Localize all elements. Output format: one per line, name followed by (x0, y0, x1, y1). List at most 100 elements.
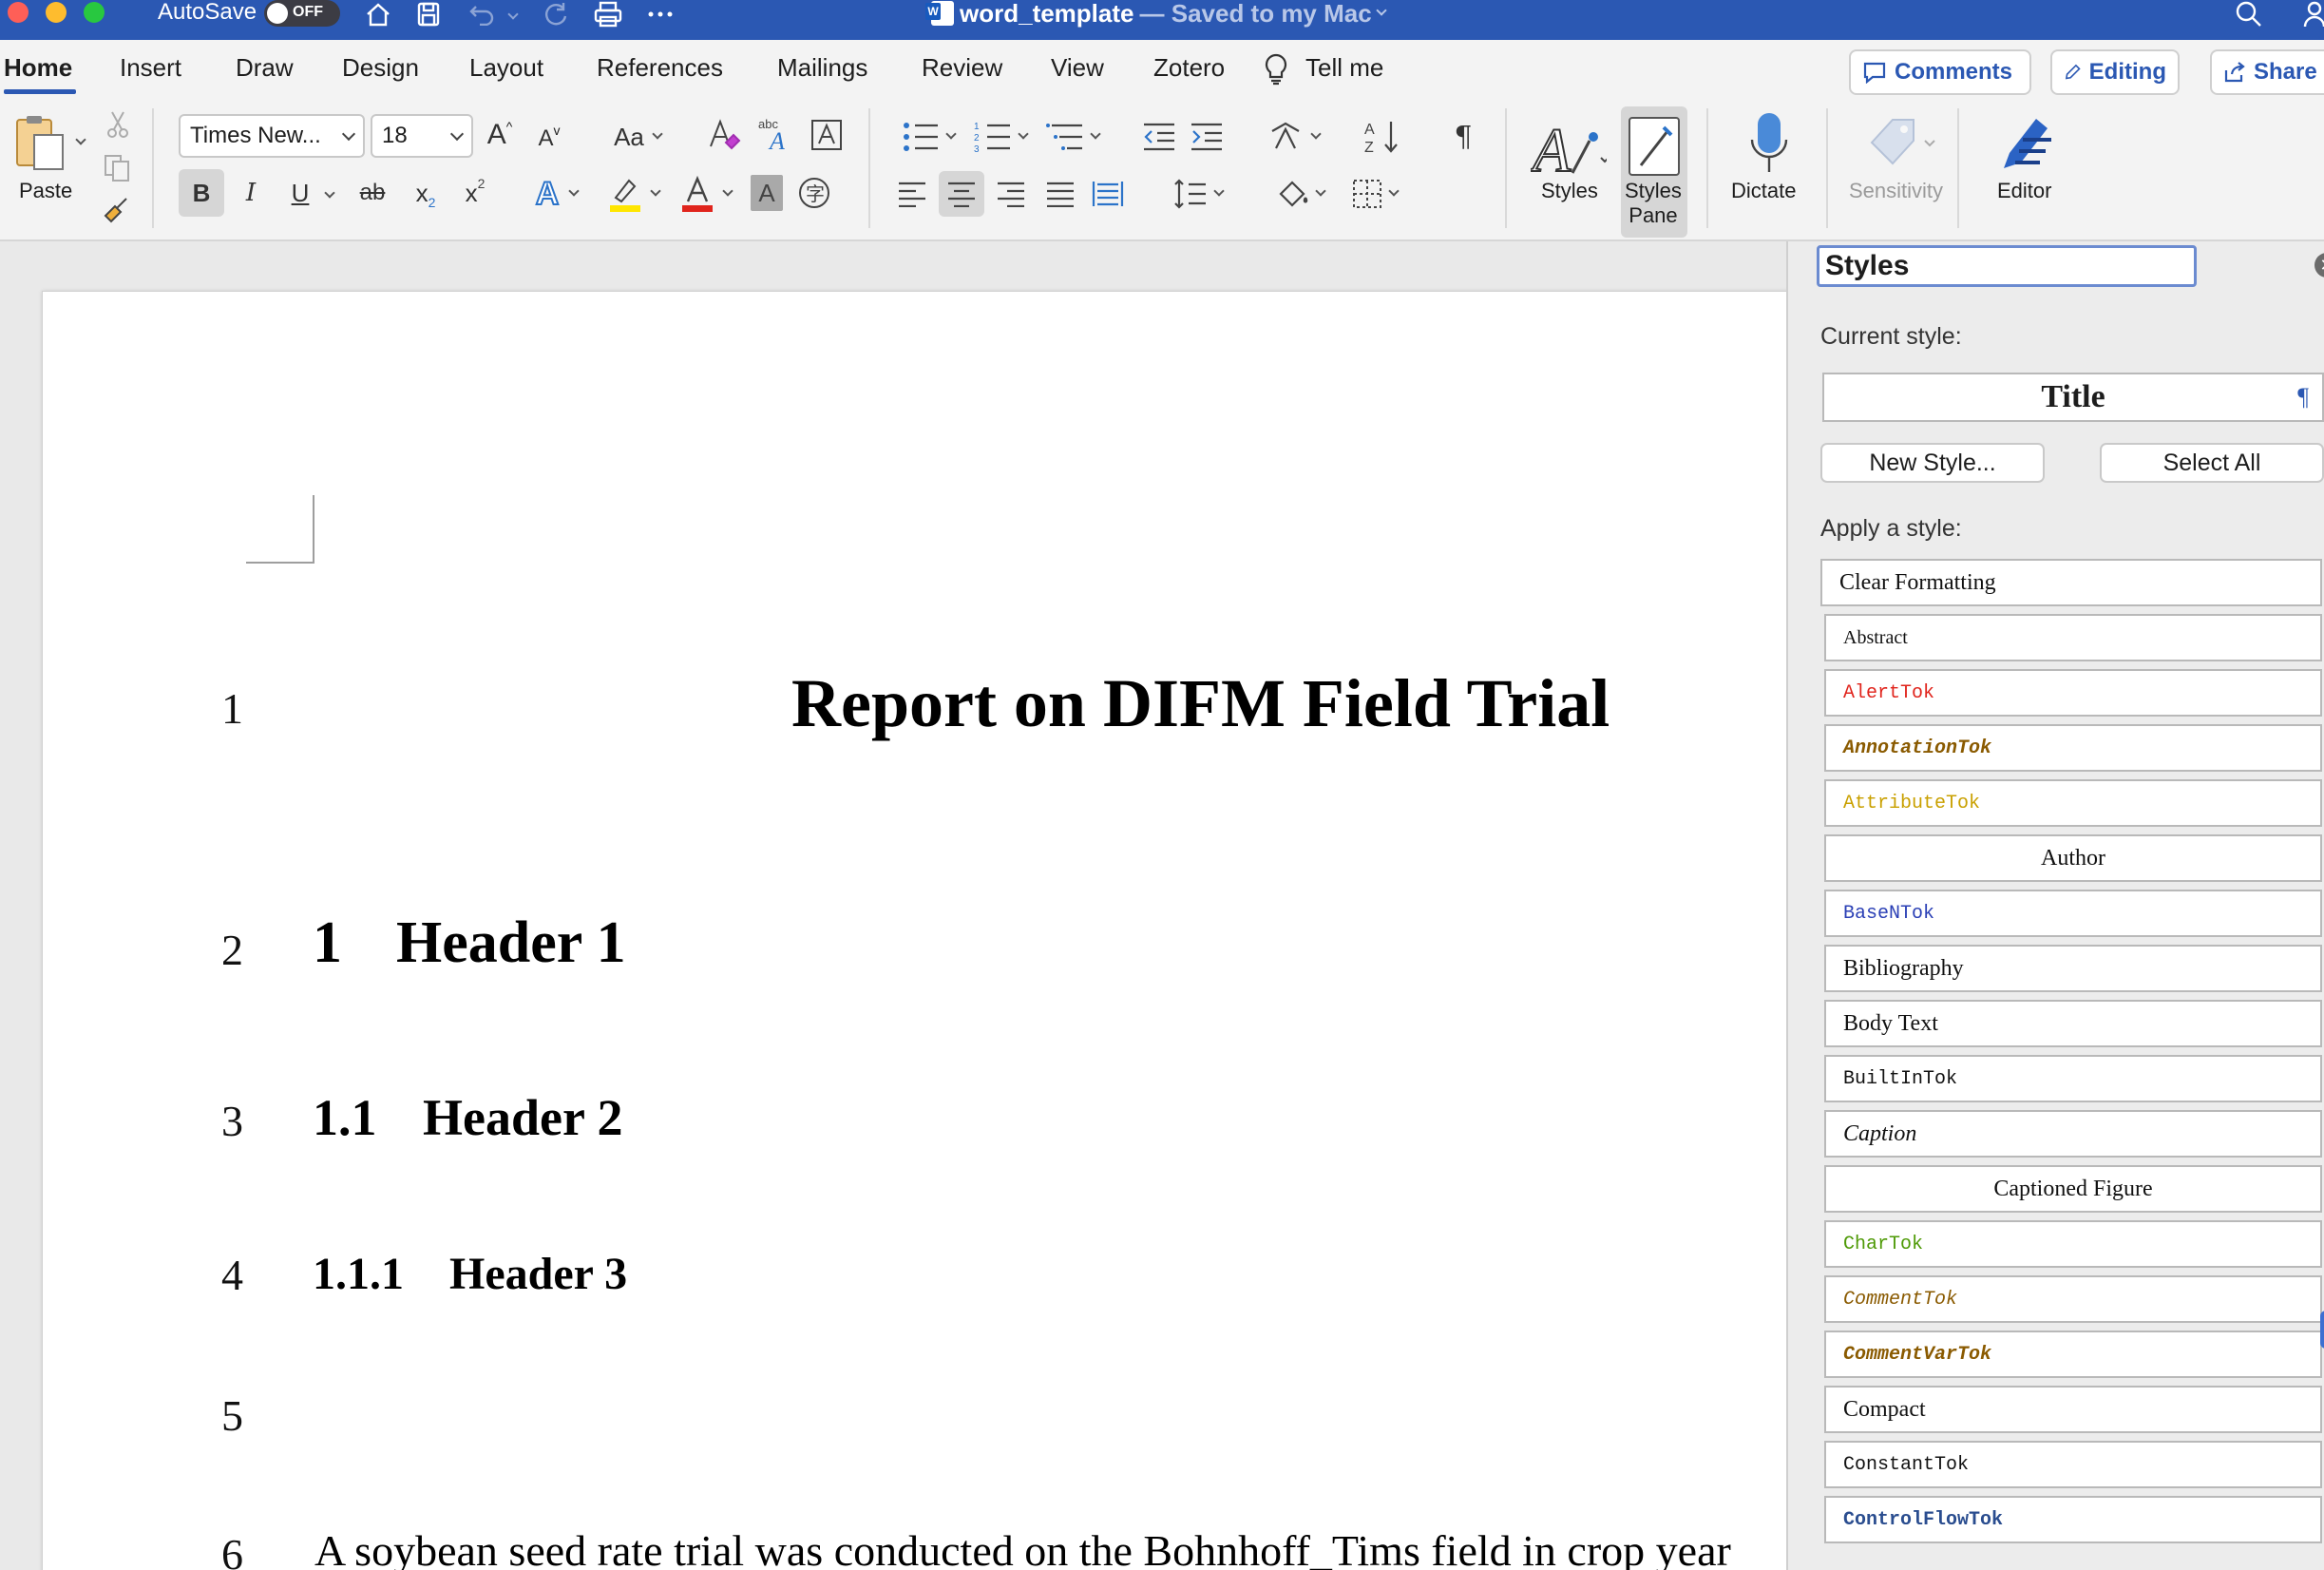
increase-indent-icon[interactable] (1188, 118, 1226, 156)
paste-icon[interactable] (13, 114, 67, 173)
editor-icon[interactable] (1991, 110, 2064, 179)
borders-button[interactable] (1342, 175, 1408, 213)
heading2-text[interactable]: Header 2 (423, 1088, 622, 1147)
style-item[interactable]: Author (1824, 834, 2322, 882)
decrease-indent-icon[interactable] (1140, 118, 1178, 156)
document-page[interactable]: 1 Report on DIFM Field Trial 2 1 Header … (42, 291, 1786, 1570)
character-shading-button[interactable]: A (751, 175, 783, 211)
style-item[interactable]: BuiltInTok (1824, 1055, 2322, 1102)
undo-icon[interactable] (466, 0, 498, 29)
style-item[interactable]: CommentTok (1824, 1275, 2322, 1323)
body-paragraph[interactable]: A soybean seed rate trial was conducted … (314, 1525, 1731, 1570)
styles-gallery-icon[interactable]: A (1530, 108, 1608, 186)
comments-button[interactable]: Comments (1849, 49, 2031, 95)
style-item[interactable]: AlertTok (1824, 669, 2322, 717)
align-left-icon[interactable] (893, 175, 931, 213)
strikethrough-button[interactable]: ab (352, 169, 393, 217)
align-right-icon[interactable] (992, 175, 1030, 213)
style-item[interactable]: Compact (1824, 1386, 2322, 1433)
tab-draw[interactable]: Draw (236, 53, 294, 83)
tab-tell-me[interactable]: Tell me (1305, 53, 1383, 83)
shading-button[interactable] (1267, 175, 1334, 213)
close-window-button[interactable] (8, 2, 29, 23)
font-name-select[interactable]: Times New... (179, 114, 365, 158)
minimize-window-button[interactable] (46, 2, 67, 23)
sensitivity-icon[interactable] (1864, 112, 1940, 175)
bullets-button[interactable] (893, 118, 963, 156)
shrink-font-button[interactable]: Av (532, 120, 566, 158)
numbering-button[interactable]: 123 (965, 118, 1036, 156)
title-dropdown-icon[interactable] (1376, 5, 1387, 16)
search-icon[interactable] (2233, 0, 2265, 29)
style-item[interactable]: Caption (1824, 1110, 2322, 1158)
multilevel-list-button[interactable] (1038, 118, 1108, 156)
copy-icon[interactable] (103, 154, 131, 182)
line-spacing-button[interactable] (1165, 175, 1231, 213)
clear-formatting-icon[interactable] (705, 116, 743, 154)
tab-review[interactable]: Review (922, 53, 1002, 83)
autosave-toggle[interactable]: OFF (264, 0, 340, 27)
text-effects-button[interactable]: A (528, 171, 585, 217)
current-style-box[interactable]: Title ¶ (1822, 373, 2324, 422)
style-item[interactable]: Clear Formatting (1820, 559, 2322, 606)
paste-dropdown-icon[interactable] (74, 133, 87, 146)
style-item[interactable]: AttributeTok (1824, 779, 2322, 827)
change-case-button[interactable]: Aa (604, 118, 671, 156)
show-formatting-marks-button[interactable]: ¶ (1444, 116, 1482, 158)
bold-button[interactable]: B (179, 169, 224, 217)
style-item[interactable]: Bibliography (1824, 945, 2322, 992)
redo-icon[interactable] (540, 0, 572, 29)
close-pane-icon[interactable]: ✕ (2314, 253, 2324, 278)
style-item[interactable]: BaseNTok (1824, 890, 2322, 937)
new-style-button[interactable]: New Style... (1820, 443, 2045, 483)
superscript-button[interactable]: x2 (456, 169, 494, 217)
underline-dropdown-icon[interactable] (323, 186, 336, 200)
tab-layout[interactable]: Layout (469, 53, 543, 83)
font-size-select[interactable]: 18 (371, 114, 473, 158)
undo-dropdown-icon[interactable] (505, 0, 521, 29)
style-item[interactable]: ConstantTok (1824, 1441, 2322, 1488)
style-item[interactable]: Body Text (1824, 1000, 2322, 1047)
document-title-text[interactable]: Report on DIFM Field Trial (791, 664, 1610, 743)
format-painter-icon[interactable] (101, 194, 133, 226)
align-center-icon[interactable] (939, 171, 984, 217)
tab-home[interactable]: Home (4, 53, 72, 83)
home-icon[interactable] (363, 0, 393, 29)
style-item[interactable]: AnnotationTok (1824, 724, 2322, 772)
zoom-window-button[interactable] (84, 2, 105, 23)
style-item[interactable]: Abstract (1824, 614, 2322, 661)
style-item[interactable]: CharTok (1824, 1220, 2322, 1268)
enclose-characters-icon[interactable]: 字 (796, 175, 832, 211)
justify-icon[interactable] (1041, 175, 1079, 213)
tab-view[interactable]: View (1051, 53, 1104, 83)
font-color-button[interactable] (676, 171, 735, 217)
underline-button[interactable]: U (283, 169, 317, 217)
tab-mailings[interactable]: Mailings (777, 53, 867, 83)
document-canvas[interactable]: 1 Report on DIFM Field Trial 2 1 Header … (0, 241, 1786, 1570)
share-button[interactable]: Share (2210, 49, 2324, 95)
tab-design[interactable]: Design (342, 53, 419, 83)
grow-font-button[interactable]: A ^ (483, 116, 517, 154)
highlight-color-button[interactable] (604, 171, 663, 217)
heading3-text[interactable]: Header 3 (449, 1248, 627, 1300)
microphone-icon[interactable] (1746, 110, 1792, 181)
tab-zotero[interactable]: Zotero (1153, 53, 1225, 83)
print-icon[interactable] (591, 0, 625, 29)
tab-insert[interactable]: Insert (120, 53, 181, 83)
editing-button[interactable]: Editing (2050, 49, 2180, 95)
distributed-icon[interactable] (1089, 175, 1127, 213)
style-item[interactable]: CommentVarTok (1824, 1331, 2322, 1378)
account-icon[interactable] (2303, 0, 2324, 29)
italic-button[interactable]: I (234, 169, 268, 217)
heading1-text[interactable]: Header 1 (396, 909, 626, 977)
style-item[interactable]: ControlFlowTok (1824, 1496, 2322, 1543)
asian-layout-button[interactable] (1264, 118, 1326, 156)
subscript-button[interactable]: x2 (407, 169, 445, 217)
more-options-icon[interactable] (646, 0, 675, 29)
tab-references[interactable]: References (597, 53, 723, 83)
text-effects-abc-icon[interactable]: abc A (756, 114, 794, 154)
save-icon[interactable] (414, 0, 443, 29)
character-border-icon[interactable] (810, 118, 844, 152)
sort-button[interactable]: AZ (1361, 116, 1402, 158)
style-item[interactable]: Captioned Figure (1824, 1165, 2322, 1213)
